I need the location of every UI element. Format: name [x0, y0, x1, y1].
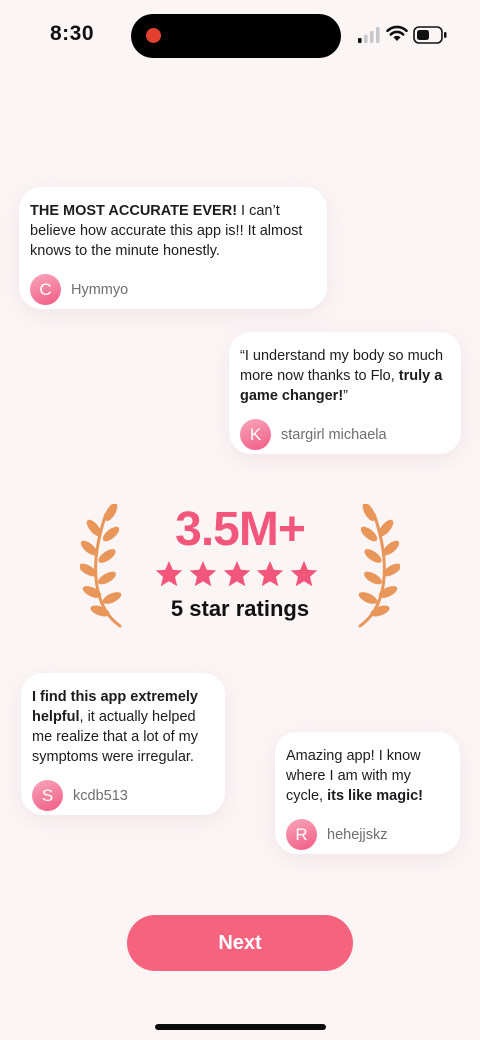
laurel-right-icon [358, 504, 400, 628]
review-card: “I understand my body so much more now t… [229, 332, 461, 454]
avatar: C [30, 274, 61, 305]
cellular-signal-icon [358, 27, 380, 43]
review-author: K stargirl michaela [240, 419, 449, 450]
next-button[interactable]: Next [127, 915, 353, 971]
status-time: 8:30 [50, 22, 95, 45]
battery-icon [413, 26, 447, 44]
review-highlight: its like magic! [327, 788, 423, 804]
dynamic-island [131, 14, 341, 58]
avatar: S [32, 780, 63, 811]
review-body-end: ” [343, 388, 348, 404]
avatar: K [240, 419, 271, 450]
review-highlight: THE MOST ACCURATE EVER! [30, 203, 238, 219]
avatar: R [286, 819, 317, 850]
star-icon [223, 560, 250, 587]
ratings-badge: 3.5M+ 5 star ratings [80, 500, 400, 630]
author-name: stargirl michaela [281, 426, 387, 443]
author-name: kcdb513 [73, 787, 128, 804]
author-name: hehejjskz [327, 826, 388, 843]
review-card: Amazing app! I know where I am with my c… [275, 732, 460, 854]
review-text: I find this app extremely helpful, it ac… [32, 687, 213, 767]
status-bar: 8:30 [0, 0, 480, 70]
review-author: C Hymmyo [30, 274, 315, 305]
star-rating [154, 559, 319, 589]
review-card: THE MOST ACCURATE EVER! I can’t believe … [19, 187, 327, 309]
home-indicator[interactable] [155, 1024, 326, 1030]
recording-indicator-icon [146, 28, 161, 43]
review-text: “I understand my body so much more now t… [240, 346, 449, 406]
star-icon [290, 560, 318, 587]
review-author: R hehejjskz [286, 819, 448, 850]
author-name: Hymmyo [71, 281, 129, 298]
review-text: Amazing app! I know where I am with my c… [286, 746, 448, 806]
review-card: I find this app extremely helpful, it ac… [21, 673, 225, 815]
star-icon [189, 560, 216, 587]
review-text: THE MOST ACCURATE EVER! I can’t believe … [30, 201, 315, 261]
wifi-icon [386, 25, 408, 41]
star-icon [155, 560, 183, 587]
star-icon [257, 560, 284, 587]
review-author: S kcdb513 [32, 780, 213, 811]
